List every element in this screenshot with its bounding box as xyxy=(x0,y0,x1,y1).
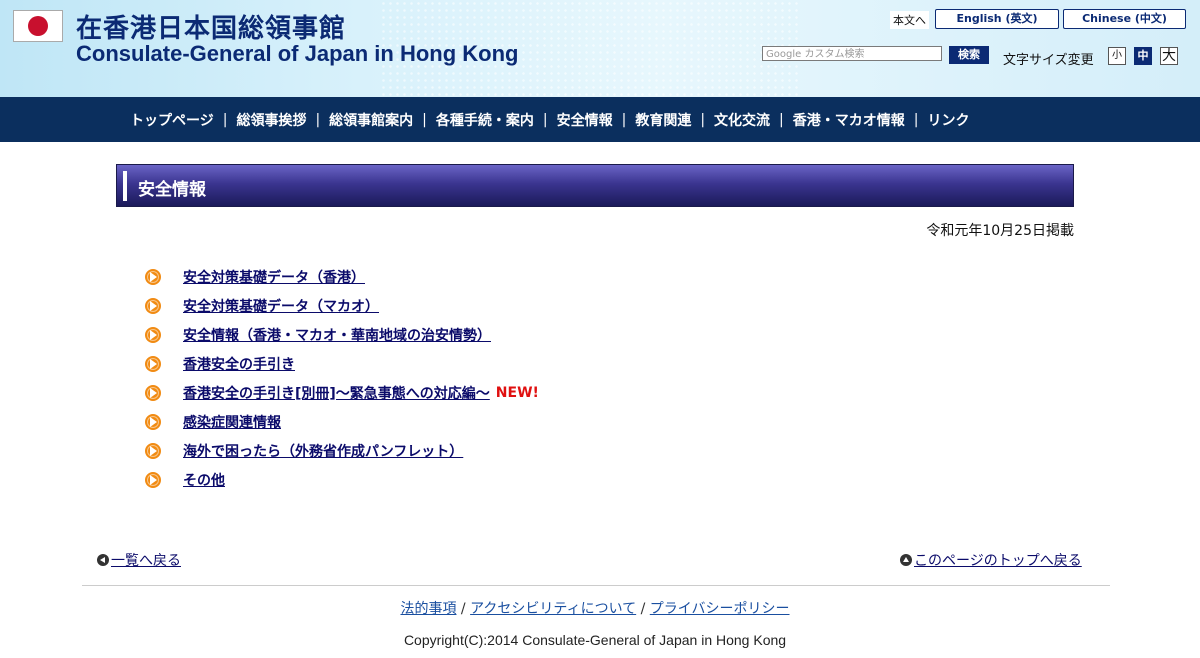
nav-item[interactable]: リンク xyxy=(927,110,969,130)
nav-item[interactable]: 教育関連 xyxy=(635,110,691,130)
font-size-label: 文字サイズ変更 xyxy=(1003,53,1094,68)
play-bullet-icon xyxy=(145,326,161,343)
list-item: 海外で困ったら（外務省作成パンフレット） xyxy=(145,436,539,465)
privacy-link[interactable]: プライバシーポリシー xyxy=(650,601,790,617)
japan-flag-icon xyxy=(13,10,63,42)
english-button[interactable]: English (英文) xyxy=(935,9,1059,29)
nav-item[interactable]: 総領事館案内 xyxy=(329,110,413,130)
site-header: 在香港日本国総領事館 Consulate-General of Japan in… xyxy=(0,0,1200,97)
chinese-button[interactable]: Chinese (中文) xyxy=(1063,9,1186,29)
copyright: Copyright(C):2014 Consulate-General of J… xyxy=(403,632,787,648)
safety-link[interactable]: 感染症関連情報 xyxy=(183,412,281,432)
list-item: 香港安全の手引き[別冊]〜緊急事態への対応編〜 NEW! xyxy=(145,378,539,407)
safety-link[interactable]: その他 xyxy=(183,470,225,490)
list-item: 安全情報（香港・マカオ・華南地域の治安情勢） xyxy=(145,320,539,349)
font-size-small-button[interactable]: 小 xyxy=(1108,47,1126,65)
main-nav-items: トップページ | 総領事挨拶 | 総領事館案内 | 各種手続・案内 | 安全情報 | 教育関連 | 文化… xyxy=(130,97,969,142)
font-size-large-button[interactable]: 大 xyxy=(1160,47,1178,65)
nav-separator: | xyxy=(621,111,627,128)
nav-item[interactable]: 文化交流 xyxy=(714,110,770,130)
play-bullet-icon xyxy=(145,297,161,314)
arrow-up-icon xyxy=(900,554,912,566)
search-input[interactable]: Google カスタム検索 xyxy=(762,46,942,61)
nav-item[interactable]: 総領事挨拶 xyxy=(236,110,306,130)
page-title: 安全情報 xyxy=(138,180,206,200)
nav-separator: | xyxy=(222,111,228,128)
site-title-en[interactable]: Consulate-General of Japan in Hong Kong xyxy=(76,41,518,67)
play-bullet-icon xyxy=(145,442,161,459)
section-heading: 安全情報 xyxy=(116,164,1074,207)
safety-link[interactable]: 香港安全の手引き[別冊]〜緊急事態への対応編〜 xyxy=(183,383,490,403)
list-item: その他 xyxy=(145,465,539,494)
nav-item[interactable]: 香港・マカオ情報 xyxy=(793,110,905,130)
safety-link-list: 安全対策基礎データ（香港） 安全対策基礎データ（マカオ） 安全情報（香港・マカオ・華… xyxy=(145,262,539,494)
nav-item[interactable]: 安全情報 xyxy=(557,110,613,130)
legal-link[interactable]: 法的事項 xyxy=(400,601,456,617)
list-item: 安全対策基礎データ（マカオ） xyxy=(145,291,539,320)
back-to-top-label[interactable]: このページのトップへ戻る xyxy=(914,550,1082,570)
safety-link[interactable]: 安全対策基礎データ（香港） xyxy=(183,267,365,287)
new-badge: NEW! xyxy=(495,384,539,401)
nav-separator: | xyxy=(779,111,784,128)
safety-link[interactable]: 海外で困ったら（外務省作成パンフレット） xyxy=(183,441,463,461)
nav-item[interactable]: トップページ xyxy=(130,110,214,130)
nav-separator: | xyxy=(315,111,321,128)
list-item: 香港安全の手引き xyxy=(145,349,539,378)
nav-separator: | xyxy=(422,111,427,128)
nav-item[interactable]: 各種手続・案内 xyxy=(436,110,534,130)
posted-date: 令和元年10月25日掲載 xyxy=(926,223,1074,239)
heading-accent-bar xyxy=(123,171,127,201)
safety-link[interactable]: 安全対策基礎データ（マカオ） xyxy=(183,296,379,316)
back-to-list-link[interactable]: 一覧へ戻る xyxy=(97,550,181,570)
font-size-medium-button[interactable]: 中 xyxy=(1134,47,1152,65)
nav-separator: | xyxy=(913,111,919,128)
play-bullet-icon xyxy=(145,384,161,401)
nav-separator: | xyxy=(700,111,706,128)
arrow-left-icon xyxy=(97,554,109,566)
search-button[interactable]: 検索 xyxy=(949,46,989,64)
footer-links: 法的事項 / アクセシビリティについて / プライバシーポリシー xyxy=(0,598,1190,618)
safety-link[interactable]: 安全情報（香港・マカオ・華南地域の治安情勢） xyxy=(183,325,491,345)
footer-separator: / xyxy=(636,601,650,617)
play-bullet-icon xyxy=(145,268,161,285)
footer-separator: / xyxy=(456,601,471,617)
safety-link[interactable]: 香港安全の手引き xyxy=(183,354,295,374)
footer-divider xyxy=(82,585,1110,586)
list-item: 感染症関連情報 xyxy=(145,407,539,436)
play-bullet-icon xyxy=(145,413,161,430)
play-bullet-icon xyxy=(145,355,161,372)
accessibility-link[interactable]: アクセシビリティについて xyxy=(470,601,636,617)
main-nav: トップページ | 総領事挨拶 | 総領事館案内 | 各種手続・案内 | 安全情報 | 教育関連 | 文化… xyxy=(0,97,1200,142)
back-to-list-label[interactable]: 一覧へ戻る xyxy=(111,550,181,570)
list-item: 安全対策基礎データ（香港） xyxy=(145,262,539,291)
back-to-top-link[interactable]: このページのトップへ戻る xyxy=(900,550,1082,570)
site-title-ja[interactable]: 在香港日本国総領事館 xyxy=(76,8,346,45)
nav-separator: | xyxy=(542,111,548,128)
skip-to-content-link[interactable]: 本文へ xyxy=(890,11,929,29)
play-bullet-icon xyxy=(145,471,161,488)
